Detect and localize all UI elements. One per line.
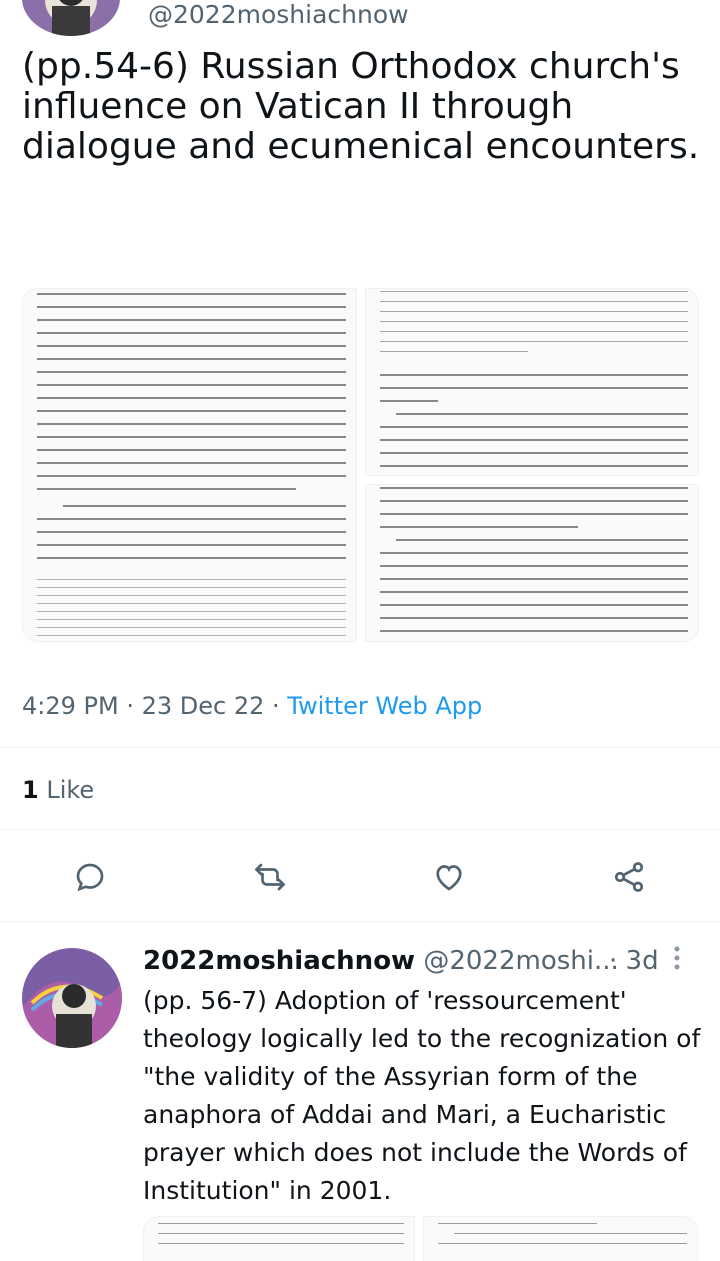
avatar[interactable]: [22, 948, 122, 1048]
tweet-time[interactable]: 4:29 PM: [22, 692, 119, 720]
author-handle[interactable]: @2022moshiachnow: [148, 0, 409, 30]
like-icon: [436, 865, 462, 891]
retweet-button[interactable]: [248, 855, 292, 899]
meta-separator: ·: [126, 692, 142, 720]
more-options-icon[interactable]: [671, 944, 683, 981]
reply-author-handle[interactable]: @2022moshi...: [423, 946, 618, 976]
reply-text: (pp. 56-7) Adoption of 'ressourcement' t…: [143, 986, 701, 1205]
avatar[interactable]: [22, 0, 120, 36]
tweet-text: (pp.54-6) Russian Orthodox church's infl…: [22, 46, 700, 167]
divider: [0, 921, 720, 922]
likes-label: Like: [46, 776, 95, 804]
tweet-source[interactable]: Twitter Web App: [287, 692, 482, 720]
divider: [0, 829, 720, 830]
reply-time[interactable]: · 3d: [609, 944, 659, 978]
retweet-icon: [255, 863, 285, 891]
tweet-actions: [0, 855, 720, 899]
likes-count-link[interactable]: 1 Like: [22, 776, 94, 804]
tweet-date[interactable]: 23 Dec 22: [142, 692, 265, 720]
share-button[interactable]: [607, 855, 651, 899]
document-page-right[interactable]: [423, 1216, 698, 1261]
divider: [0, 747, 720, 748]
reply-media[interactable]: [143, 1216, 698, 1261]
top-author-row: @2022moshiachnow: [22, 0, 720, 40]
reply-author-name[interactable]: 2022moshiachnow: [143, 946, 415, 976]
document-page-left[interactable]: [143, 1216, 415, 1261]
likes-count: 1: [22, 776, 39, 804]
document-page-right-top[interactable]: [365, 288, 699, 476]
like-button[interactable]: [427, 855, 471, 899]
document-page-left[interactable]: [22, 288, 357, 642]
share-icon: [614, 862, 644, 892]
reply-button[interactable]: [68, 855, 112, 899]
reply-icon: [76, 863, 104, 892]
document-page-right-bottom[interactable]: [365, 484, 699, 642]
tweet-meta: 4:29 PM · 23 Dec 22 · Twitter Web App: [22, 692, 482, 720]
reply-header: 2022moshiachnow @2022moshi... · 3d: [143, 944, 703, 978]
tweet-media[interactable]: [22, 288, 699, 642]
meta-separator: ·: [272, 692, 288, 720]
